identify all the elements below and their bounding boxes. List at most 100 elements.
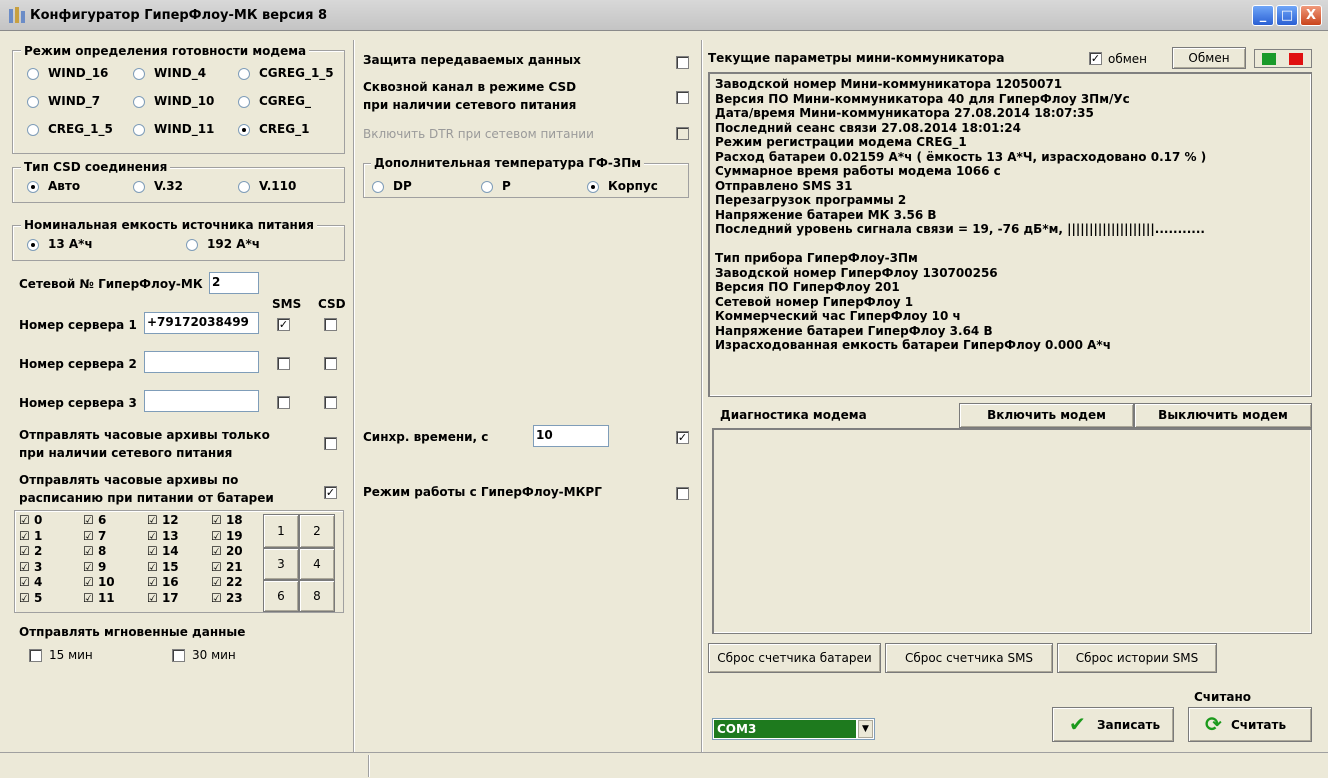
hour-checkbox[interactable]: ☑ 11 [83, 591, 115, 605]
hour-label: 5 [33, 590, 43, 605]
hour-label: 4 [33, 575, 43, 589]
radio-csd-v110[interactable] [238, 181, 250, 193]
title-bar: Конфигуратор ГиперФлоу-МК версия 8 _ □ X [0, 0, 1328, 31]
mkrg-checkbox[interactable] [676, 487, 689, 500]
status-red-indicator [1289, 53, 1303, 65]
radio-cap-192[interactable] [186, 239, 198, 251]
instant-30min-checkbox[interactable] [172, 649, 185, 662]
server2-label: Номер сервера 2 [19, 357, 137, 371]
hour-checkbox[interactable]: ☑ 4 [19, 575, 42, 589]
hour-checkbox[interactable]: ☑ 2 [19, 544, 42, 558]
radio-csd-v32[interactable] [133, 181, 145, 193]
write-button[interactable]: ✔ Записать [1052, 707, 1174, 742]
reset-battery-button[interactable]: Сброс счетчика батареи [708, 643, 881, 673]
hour-checkbox[interactable]: ☑ 9 [83, 560, 106, 574]
radio-wind4[interactable] [133, 68, 145, 80]
radio-wind4-label: WIND_4 [154, 66, 207, 80]
modem-off-button[interactable]: Выключить модем [1134, 403, 1312, 428]
minimize-button[interactable]: _ [1252, 5, 1274, 26]
radio-creg15[interactable] [27, 124, 39, 136]
exchange-checkbox[interactable]: ✓ [1089, 52, 1102, 65]
server2-input[interactable] [144, 351, 259, 373]
hourly-battery-line1: Отправлять часовые архивы по [19, 473, 239, 487]
server2-csd-checkbox[interactable] [324, 357, 337, 370]
sync-checkbox[interactable]: ✓ [676, 431, 689, 444]
exchange-button[interactable]: Обмен [1172, 47, 1246, 69]
hours-preset-3-button[interactable]: 3 [263, 548, 299, 580]
chevron-down-icon[interactable]: ▼ [858, 720, 873, 738]
server1-sms-checkbox[interactable]: ✓ [277, 318, 290, 331]
server1-input[interactable]: +79172038499 [144, 312, 259, 334]
hour-checkbox[interactable]: ☑ 8 [83, 544, 106, 558]
radio-wind11[interactable] [133, 124, 145, 136]
hour-checkbox[interactable]: ☑ 16 [147, 575, 179, 589]
hour-checkbox[interactable]: ☑ 21 [211, 560, 243, 574]
hour-label: 17 [161, 590, 179, 605]
radio-temp-dp[interactable] [372, 181, 384, 193]
protect-checkbox[interactable] [676, 56, 689, 69]
hourly-battery-checkbox[interactable]: ✓ [324, 486, 337, 499]
hours-preset-6-button[interactable]: 6 [263, 580, 299, 612]
close-button[interactable]: X [1300, 5, 1322, 26]
csd-channel-checkbox[interactable] [676, 91, 689, 104]
hour-checkbox[interactable]: ☑ 19 [211, 529, 243, 543]
hour-checkbox[interactable]: ☑ 13 [147, 529, 179, 543]
server1-csd-checkbox[interactable] [324, 318, 337, 331]
hours-preset-4-button[interactable]: 4 [299, 548, 335, 580]
radio-csd-v32-label: V.32 [154, 179, 183, 193]
server2-sms-checkbox[interactable] [277, 357, 290, 370]
radio-wind16[interactable] [27, 68, 39, 80]
hour-label: 6 [97, 513, 107, 527]
server3-csd-checkbox[interactable] [324, 396, 337, 409]
hour-checkbox[interactable]: ☑ 20 [211, 544, 243, 558]
checkbox-checked-icon: ☑ [147, 544, 162, 558]
radio-csd-auto[interactable] [27, 181, 39, 193]
radio-cgreg15[interactable] [238, 68, 250, 80]
hour-checkbox[interactable]: ☑ 5 [19, 591, 42, 605]
read-button[interactable]: ⟳ Считать [1188, 707, 1312, 742]
server1-label: Номер сервера 1 [19, 318, 137, 332]
diagnostics-memo[interactable] [712, 428, 1312, 634]
server3-sms-checkbox[interactable] [277, 396, 290, 409]
hours-preset-1-button[interactable]: 1 [263, 514, 299, 548]
hour-checkbox[interactable]: ☑ 22 [211, 575, 243, 589]
hour-checkbox[interactable]: ☑ 12 [147, 513, 179, 527]
checkbox-checked-icon: ☑ [147, 559, 162, 574]
radio-creg1[interactable] [238, 124, 250, 136]
port-select[interactable]: COM3 ▼ [712, 718, 875, 740]
radio-wind7[interactable] [27, 96, 39, 108]
hours-preset-8-button[interactable]: 8 [299, 580, 335, 612]
radio-temp-body[interactable] [587, 181, 599, 193]
hour-checkbox[interactable]: ☑ 3 [19, 560, 42, 574]
radio-csd-v110-label: V.110 [259, 179, 297, 193]
radio-temp-p[interactable] [481, 181, 493, 193]
hour-checkbox[interactable]: ☑ 6 [83, 513, 106, 527]
dtr-checkbox[interactable] [676, 127, 689, 140]
hour-checkbox[interactable]: ☑ 0 [19, 513, 42, 527]
reset-sms-button[interactable]: Сброс счетчика SMS [885, 643, 1053, 673]
radio-wind16-label: WIND_16 [48, 66, 109, 80]
hour-checkbox[interactable]: ☑ 14 [147, 544, 179, 558]
hourly-mains-line1: Отправлять часовые архивы только [19, 428, 270, 442]
hourly-mains-checkbox[interactable] [324, 437, 337, 450]
hour-checkbox[interactable]: ☑ 23 [211, 591, 243, 605]
server3-input[interactable] [144, 390, 259, 412]
hour-checkbox[interactable]: ☑ 7 [83, 529, 106, 543]
network-number-input[interactable]: 2 [209, 272, 259, 294]
maximize-button[interactable]: □ [1276, 5, 1298, 26]
hour-checkbox[interactable]: ☑ 1 [19, 529, 42, 543]
params-info-line: Режим регистрации модема CREG_1 [715, 135, 967, 149]
instant-15min-checkbox[interactable] [29, 649, 42, 662]
sync-input[interactable]: 10 [533, 425, 609, 447]
radio-cap-13[interactable] [27, 239, 39, 251]
hour-checkbox[interactable]: ☑ 15 [147, 560, 179, 574]
hour-checkbox[interactable]: ☑ 17 [147, 591, 179, 605]
hour-checkbox[interactable]: ☑ 18 [211, 513, 243, 527]
reset-sms-history-button[interactable]: Сброс истории SMS [1057, 643, 1217, 673]
modem-on-button[interactable]: Включить модем [959, 403, 1134, 428]
radio-wind10[interactable] [133, 96, 145, 108]
radio-temp-body-label: Корпус [608, 179, 658, 193]
radio-cgreg[interactable] [238, 96, 250, 108]
hours-preset-2-button[interactable]: 2 [299, 514, 335, 548]
hour-checkbox[interactable]: ☑ 10 [83, 575, 115, 589]
